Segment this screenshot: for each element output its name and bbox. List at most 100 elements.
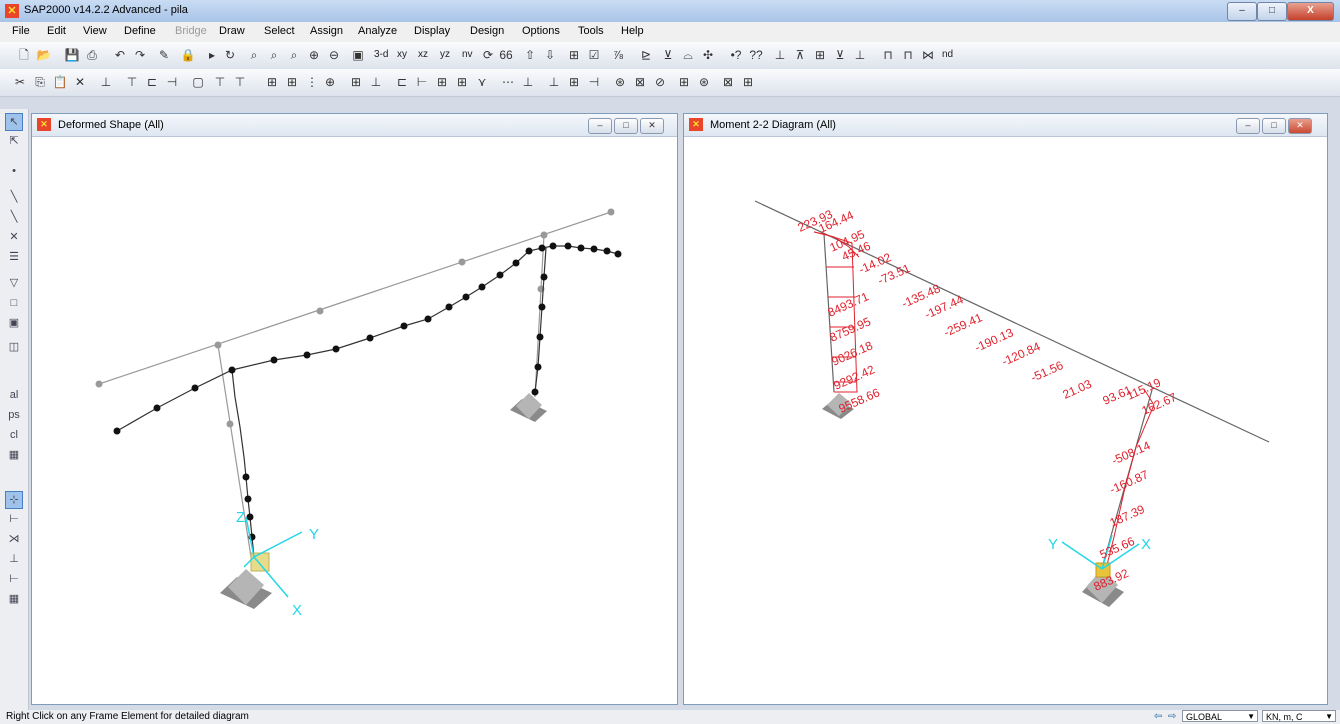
draw-braces-icon[interactable]: ⋈	[920, 47, 936, 63]
deformed-shape-window[interactable]: ✕ Deformed Shape (All) – □ ✕ Z Y X	[31, 113, 678, 705]
menu-file[interactable]: File	[12, 25, 30, 37]
show-undeformed-icon[interactable]: ⅞	[610, 47, 626, 63]
quick-draw-secondary-icon[interactable]: ☰	[6, 249, 22, 265]
menu-design[interactable]: Design	[470, 25, 504, 37]
menu-edit[interactable]: Edit	[47, 25, 66, 37]
pane-close-button[interactable]: ✕	[640, 118, 664, 134]
menu-draw[interactable]: Draw	[219, 25, 245, 37]
area-auto-mesh-icon[interactable]: ⊘	[652, 74, 668, 90]
frame-output-stations-icon[interactable]: ⊞	[454, 74, 470, 90]
maximize-button[interactable]: □	[1257, 2, 1287, 21]
frame-end-offsets-icon[interactable]: ⊢	[414, 74, 430, 90]
zoom-in-icon[interactable]: ⊕	[306, 47, 322, 63]
menu-assign[interactable]: Assign	[310, 25, 343, 37]
run-icon[interactable]: ▸	[204, 47, 220, 63]
coordinate-system-select[interactable]: GLOBAL ▼	[1182, 710, 1258, 722]
move-up-icon[interactable]: ⇧	[522, 47, 538, 63]
frame-property-modifiers-icon[interactable]: ⊞	[434, 74, 450, 90]
pane-minimize-button[interactable]: –	[588, 118, 612, 134]
concrete-design-icon[interactable]: ⊞	[812, 47, 828, 63]
joint-masses-icon[interactable]: ⊣	[586, 74, 602, 90]
menu-define[interactable]: Define	[124, 25, 156, 37]
menu-options[interactable]: Options	[522, 25, 560, 37]
pane-close-button[interactable]: ✕	[1288, 118, 1312, 134]
copy-icon[interactable]: ⎘	[32, 74, 48, 90]
menu-analyze[interactable]: Analyze	[358, 25, 397, 37]
frame-loads-icon[interactable]: ⊤	[232, 74, 248, 90]
object-shrink-icon[interactable]: ⊞	[566, 47, 582, 63]
area-loads-icon[interactable]: ⊞	[264, 74, 280, 90]
design-frames-icon[interactable]: ⊥	[772, 47, 788, 63]
link-loads-icon[interactable]: ⊞	[284, 74, 300, 90]
rotate-icon[interactable]: ↻	[222, 47, 238, 63]
move-down-icon[interactable]: ⇩	[542, 47, 558, 63]
lock-icon[interactable]: 🔒	[180, 47, 196, 63]
tendon-loads-icon[interactable]: ⊞	[740, 74, 756, 90]
area-thickness-icon[interactable]: ⊠	[632, 74, 648, 90]
pane-maximize-button[interactable]: □	[1262, 118, 1286, 134]
rotate-3d-icon[interactable]: ⟳	[480, 47, 496, 63]
gravity-loads-icon[interactable]: ⊕	[322, 74, 338, 90]
view-nv-button[interactable]: nv	[462, 49, 473, 60]
view-3d-button[interactable]: 3-d	[374, 49, 388, 60]
pencil-icon[interactable]: ✎	[156, 47, 172, 63]
frame-sections-icon[interactable]: ⊤	[124, 74, 140, 90]
zoom-restore-icon[interactable]: ⌕	[266, 47, 282, 63]
show-stresses-icon[interactable]: ✣	[700, 47, 716, 63]
snap-lines-icon[interactable]: ⊢	[6, 571, 22, 587]
aluminum-design-icon[interactable]: ⊻	[832, 47, 848, 63]
snap-intersections-icon[interactable]: ⋊	[6, 531, 22, 547]
redo-icon[interactable]: ↷	[132, 47, 148, 63]
snap-ends-icon[interactable]: ⊢	[6, 511, 22, 527]
refresh-view-icon[interactable]: ▣	[350, 47, 366, 63]
snap-perpendicular-icon[interactable]: ⊥	[6, 551, 22, 567]
view-xz-button[interactable]: xz	[418, 49, 428, 60]
frame-tension-icon[interactable]: ⋎	[474, 74, 490, 90]
moment-diagram-canvas[interactable]: Y X 223.93 164.44 104.95 45.46 -14.02 -7…	[684, 137, 1327, 703]
show-loads-icon[interactable]: ⊵	[638, 47, 654, 63]
virtual-work-icon[interactable]: •?	[728, 47, 744, 63]
joint-loads-icon[interactable]: ⊤	[212, 74, 228, 90]
show-forces-icon[interactable]: ⌓	[680, 47, 696, 63]
cold-formed-design-icon[interactable]: ⊥	[852, 47, 868, 63]
temperature-loads-icon[interactable]: ⋮	[304, 74, 320, 90]
next-arrow-icon[interactable]: ⇨	[1168, 710, 1176, 723]
select-all-icon[interactable]: al	[6, 387, 22, 403]
show-deformed-icon[interactable]: ⊻	[660, 47, 676, 63]
snap-joints-icon[interactable]: ⊹	[5, 491, 23, 509]
sap-logo-icon[interactable]: ✕	[5, 4, 19, 18]
link-properties-icon[interactable]: ⋯	[500, 74, 516, 90]
draw-rect-area-icon[interactable]: □	[6, 295, 22, 311]
quick-draw-area-icon[interactable]: ▣	[6, 315, 22, 331]
perspective-icon[interactable]: 66	[498, 47, 514, 63]
steel-design-icon[interactable]: ⊼	[792, 47, 808, 63]
view-xy-button[interactable]: xy	[397, 49, 407, 60]
pointer-icon[interactable]: ↖	[5, 113, 23, 131]
tendon-icon[interactable]: ⊠	[720, 74, 736, 90]
pane-maximize-button[interactable]: □	[614, 118, 638, 134]
draw-frame-region-icon[interactable]: ⊓	[900, 47, 916, 63]
zoom-full-icon[interactable]: ⌕	[286, 47, 302, 63]
area-springs-icon[interactable]: ⊛	[612, 74, 628, 90]
reshaper-icon[interactable]: ⇱	[6, 133, 22, 149]
frame-output-icon[interactable]: ⊣	[164, 74, 180, 90]
draw-frame-icon[interactable]: ╲	[6, 189, 22, 205]
menu-tools[interactable]: Tools	[578, 25, 604, 37]
draw-joint-icon[interactable]: •	[6, 163, 22, 179]
view-yz-button[interactable]: yz	[440, 49, 450, 60]
joint-restraints-icon[interactable]: ⊥	[98, 74, 114, 90]
paste-icon[interactable]: 📋	[52, 74, 68, 90]
nd-button[interactable]: nd	[942, 49, 953, 60]
menu-display[interactable]: Display	[414, 25, 450, 37]
quick-draw-braces-icon[interactable]: ✕	[6, 229, 22, 245]
units-select[interactable]: KN, m, C ▼	[1262, 710, 1336, 722]
solid-properties-icon[interactable]: ⊞	[676, 74, 692, 90]
delete-icon[interactable]: ✕	[72, 74, 88, 90]
cable-loads-icon[interactable]: ⊥	[368, 74, 384, 90]
quick-draw-frame-icon[interactable]: ╲	[6, 209, 22, 225]
open-file-icon[interactable]: 📂	[36, 47, 52, 63]
print-icon[interactable]: ⎙	[84, 47, 100, 63]
frame-releases-icon[interactable]: ⊏	[144, 74, 160, 90]
pattern-loads-icon[interactable]: ⊞	[348, 74, 364, 90]
close-button[interactable]: X	[1287, 2, 1334, 21]
